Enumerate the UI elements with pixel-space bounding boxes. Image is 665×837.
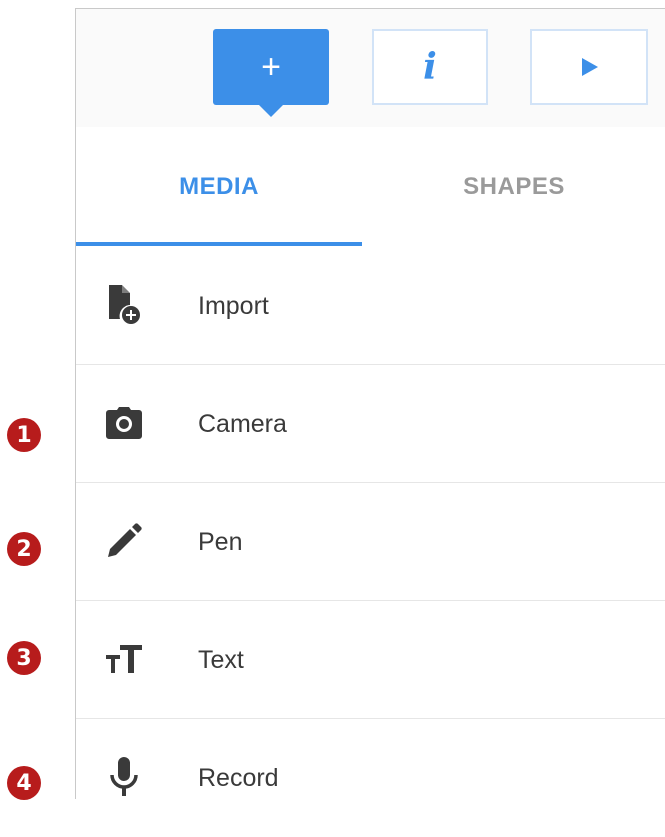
list-item-camera[interactable]: Camera [76, 365, 665, 483]
file-add-icon [104, 285, 144, 325]
play-button[interactable] [530, 29, 648, 105]
list-item-text[interactable]: Text [76, 601, 665, 719]
toolbar: + i [76, 9, 665, 127]
callout-marker-3: 3 [7, 641, 41, 675]
record-label: Record [198, 763, 279, 792]
media-list: Import Camera Pen Text Record [76, 247, 665, 837]
media-panel: + i MEDIA SHAPES Import Camera Pen Text … [75, 8, 665, 837]
pen-label: Pen [198, 527, 243, 556]
add-button[interactable]: + [213, 29, 329, 117]
info-button[interactable]: i [372, 29, 488, 105]
import-label: Import [198, 291, 269, 320]
pen-icon [104, 521, 144, 561]
callout-marker-2: 2 [7, 532, 41, 566]
camera-icon [104, 403, 144, 443]
list-item-record[interactable]: Record [76, 719, 665, 837]
tab-bar: MEDIA SHAPES [76, 127, 665, 248]
tab-media[interactable]: MEDIA [76, 127, 362, 247]
info-icon: i [423, 46, 437, 88]
active-tab-indicator [76, 242, 362, 246]
callout-marker-1: 1 [7, 418, 41, 452]
callout-marker-4: 4 [7, 766, 41, 800]
list-item-pen[interactable]: Pen [76, 483, 665, 601]
tab-shapes[interactable]: SHAPES [362, 127, 665, 247]
text-size-icon [104, 639, 144, 679]
text-label: Text [198, 645, 244, 674]
plus-icon: + [261, 47, 281, 86]
play-icon [582, 58, 598, 76]
list-item-import[interactable]: Import [76, 247, 665, 365]
camera-label: Camera [198, 409, 287, 438]
microphone-icon [104, 757, 144, 797]
